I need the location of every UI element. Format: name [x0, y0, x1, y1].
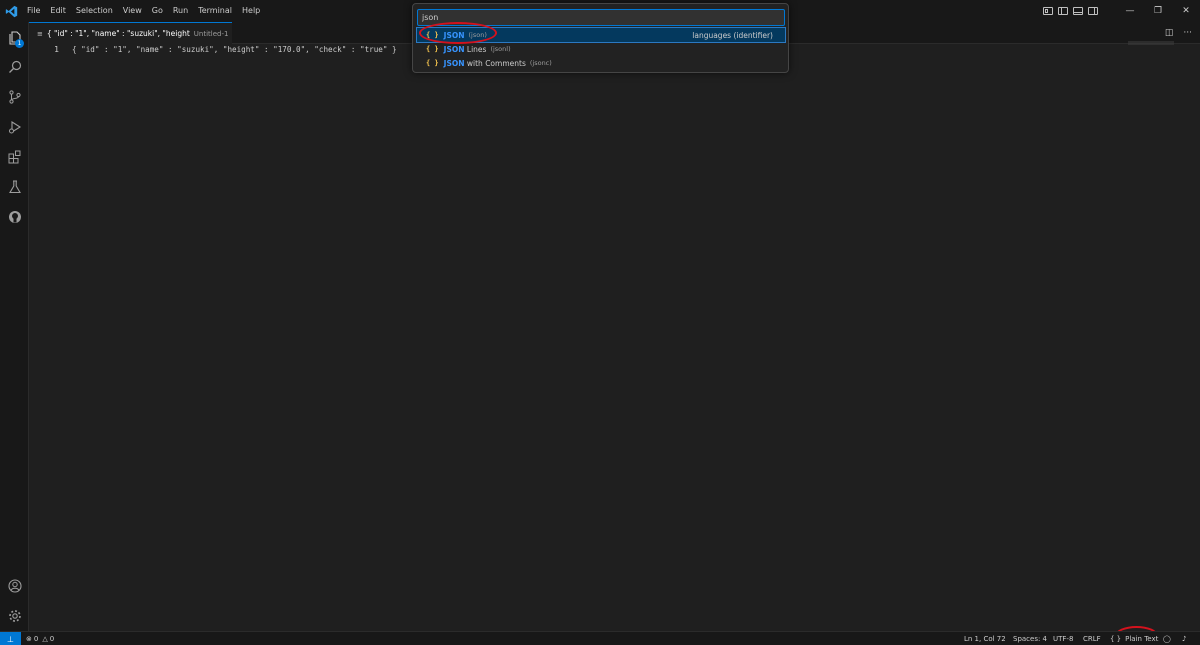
- close-window-button[interactable]: ✕: [1172, 0, 1200, 22]
- accounts-icon[interactable]: [0, 573, 29, 599]
- language-mode-label: Plain Text: [1125, 635, 1159, 643]
- customize-layout-icon[interactable]: [1043, 7, 1053, 15]
- window-controls: — ❐ ✕: [1043, 0, 1200, 22]
- item-label: JSON Lines: [444, 45, 487, 54]
- warning-icon: △: [42, 635, 48, 643]
- json-braces-icon: { }: [426, 31, 439, 39]
- status-bar: ⊥ ⊗ 0 △ 0 Ln 1, Col 72 Spaces: 4 UTF-8 C…: [0, 631, 1200, 645]
- menu-help[interactable]: Help: [237, 0, 265, 22]
- toggle-panel-icon[interactable]: [1073, 7, 1083, 15]
- activity-bar: 1: [0, 22, 29, 631]
- code-line[interactable]: { "id" : "1", "name" : "suzuki", "height…: [72, 45, 397, 54]
- plain-text-file-icon: ≡: [37, 29, 43, 38]
- item-label: JSON with Comments: [444, 59, 526, 68]
- item-label-match: JSON: [443, 44, 465, 54]
- item-identifier: (json): [468, 31, 487, 39]
- item-label-rest: Lines: [464, 44, 487, 54]
- remote-indicator-icon[interactable]: ⊥: [0, 632, 21, 645]
- more-actions-icon[interactable]: ···: [1183, 28, 1192, 38]
- run-debug-icon[interactable]: [0, 114, 29, 140]
- source-control-icon[interactable]: [0, 84, 29, 110]
- minimap[interactable]: [1128, 41, 1174, 45]
- language-mode[interactable]: { } Plain Text: [1110, 632, 1158, 645]
- github-icon[interactable]: [0, 204, 29, 230]
- menu-edit[interactable]: Edit: [45, 0, 71, 22]
- testing-flask-icon[interactable]: [0, 174, 29, 200]
- json-braces-icon: { }: [426, 45, 439, 53]
- quick-pick-item-json-with-comments[interactable]: { } JSON with Comments (jsonc): [417, 56, 785, 70]
- menu-terminal[interactable]: Terminal: [193, 0, 237, 22]
- item-identifier: (jsonl): [490, 45, 511, 53]
- manage-gear-icon[interactable]: [0, 603, 29, 629]
- problems-indicator[interactable]: ⊗ 0 △ 0: [26, 632, 54, 645]
- item-label: JSON: [444, 31, 465, 40]
- menu-go[interactable]: Go: [147, 0, 168, 22]
- menu-file[interactable]: File: [22, 0, 45, 22]
- tab-description: Untitled-1: [193, 29, 229, 38]
- editor-area[interactable]: 1 { "id" : "1", "name" : "suzuki", "heig…: [29, 41, 1200, 631]
- tab-title: { "id" : "1", "name" : "suzuki", "height: [46, 29, 190, 38]
- json-braces-icon: { }: [426, 59, 439, 67]
- split-editor-icon[interactable]: ◫: [1165, 28, 1174, 38]
- encoding[interactable]: UTF-8: [1053, 632, 1073, 645]
- quick-pick-item-json-lines[interactable]: { } JSON Lines (jsonl): [417, 42, 785, 56]
- toggle-primary-sidebar-icon[interactable]: [1058, 7, 1068, 15]
- search-icon[interactable]: [0, 54, 29, 80]
- indentation[interactable]: Spaces: 4: [1013, 632, 1047, 645]
- item-label-rest: with Comments: [464, 58, 526, 68]
- quick-pick-item-json[interactable]: { } JSON (json) languages (identifier): [416, 27, 786, 43]
- error-icon: ⊗: [26, 635, 32, 643]
- vscode-logo-icon[interactable]: [0, 0, 22, 22]
- explorer-badge: 1: [15, 39, 24, 48]
- end-of-line[interactable]: CRLF: [1083, 632, 1101, 645]
- item-label-match: JSON: [443, 30, 465, 40]
- menu-selection[interactable]: Selection: [71, 0, 118, 22]
- layout-controls: [1043, 7, 1098, 15]
- toggle-secondary-sidebar-icon[interactable]: [1088, 7, 1098, 15]
- extensions-icon[interactable]: [0, 144, 29, 170]
- minimize-button[interactable]: —: [1116, 0, 1144, 22]
- quick-pick-input[interactable]: [417, 9, 785, 26]
- item-description: languages (identifier): [692, 30, 773, 40]
- menu-run[interactable]: Run: [168, 0, 193, 22]
- menu-view[interactable]: View: [118, 0, 147, 22]
- restore-button[interactable]: ❐: [1144, 0, 1172, 22]
- explorer-icon[interactable]: 1: [0, 25, 29, 51]
- vscode-window: File Edit Selection View Go Run Terminal…: [0, 0, 1200, 645]
- language-mode-quick-pick: { } JSON (json) languages (identifier) {…: [412, 3, 789, 73]
- item-label-match: JSON: [443, 58, 465, 68]
- tab-untitled-1[interactable]: ≡ { "id" : "1", "name" : "suzuki", "heig…: [29, 22, 232, 44]
- cursor-position[interactable]: Ln 1, Col 72: [964, 632, 1006, 645]
- language-braces-icon: { }: [1110, 635, 1122, 643]
- copilot-icon[interactable]: ◯: [1163, 632, 1171, 645]
- menu-bar: File Edit Selection View Go Run Terminal…: [22, 0, 265, 22]
- item-identifier: (jsonc): [529, 59, 552, 67]
- warning-count: 0: [49, 635, 55, 643]
- line-number: 1: [54, 45, 59, 54]
- error-count: 0: [33, 635, 39, 643]
- notifications-bell-icon[interactable]: ♪: [1182, 632, 1186, 645]
